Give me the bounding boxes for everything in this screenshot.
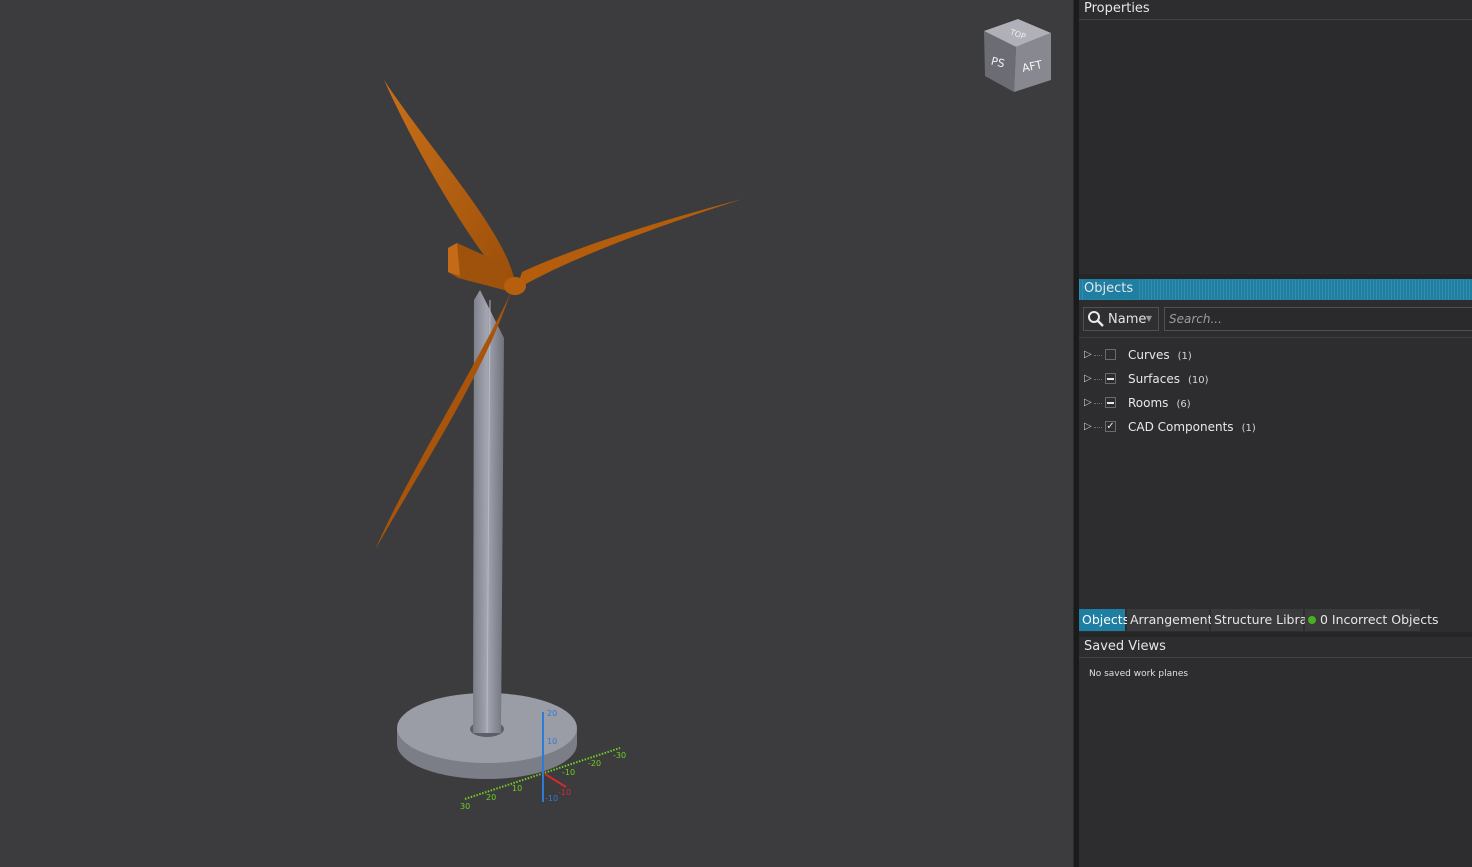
expand-arrow-icon[interactable]: ▷ [1084, 393, 1092, 413]
tree-item-label: CAD Components (1) [1128, 420, 1256, 434]
model-canvas[interactable]: 30 20 10 -10 -20 -30 -10 -10 10 20 TOP P… [0, 0, 1073, 867]
expand-arrow-icon[interactable]: ▷ [1084, 369, 1092, 389]
turbine-blades[interactable] [375, 80, 743, 550]
properties-body [1079, 21, 1472, 273]
divider [1079, 337, 1472, 338]
search-icon [1088, 311, 1104, 327]
tree-connector [1094, 379, 1102, 380]
x-axis-label: -10 [562, 768, 575, 777]
y-axis-label: -10 [558, 788, 571, 797]
x-axis-label: 20 [486, 793, 496, 802]
bottom-tab-bar: Objects Arrangements Structure Library 0… [1079, 609, 1472, 631]
tree-item-count: (1) [1241, 423, 1256, 434]
x-axis-label: -30 [613, 751, 626, 760]
partial-check-icon [1107, 401, 1114, 404]
search-field-dropdown[interactable]: Name ▼ [1083, 307, 1159, 331]
tree-item-curves[interactable]: ▷ Curves (1) [1079, 345, 1472, 365]
saved-views-title: Saved Views [1084, 639, 1166, 654]
checkmark-icon: ✓ [1106, 421, 1115, 432]
x-axis-label: -20 [588, 759, 601, 768]
tab-arrangements[interactable]: Arrangements [1127, 609, 1219, 631]
objects-title: Objects [1084, 279, 1140, 299]
z-axis-label: 10 [547, 737, 557, 746]
saved-views-header: Saved Views [1079, 637, 1472, 658]
tab-objects[interactable]: Objects [1079, 609, 1129, 631]
tree-item-label: Rooms (6) [1128, 396, 1191, 410]
y-axis-label: -10 [545, 794, 558, 803]
tab-incorrect-objects[interactable]: 0 Incorrect Objects [1305, 609, 1439, 631]
tree-item-label: Curves (1) [1128, 348, 1192, 362]
chevron-down-icon: ▼ [1145, 314, 1152, 323]
visibility-checkbox[interactable] [1105, 397, 1116, 408]
properties-title: Properties [1084, 1, 1150, 16]
search-input[interactable] [1164, 307, 1472, 331]
tree-item-rooms[interactable]: ▷ Rooms (6) [1079, 393, 1472, 413]
tree-connector [1094, 355, 1102, 356]
z-axis-label: 20 [547, 709, 557, 718]
expand-arrow-icon[interactable]: ▷ [1084, 345, 1092, 365]
tree-item-count: (6) [1176, 399, 1191, 410]
objects-search-bar: Name ▼ [1079, 306, 1472, 334]
3d-viewport[interactable]: 30 20 10 -10 -20 -30 -10 -10 10 20 TOP P… [0, 0, 1073, 867]
partial-check-icon [1107, 377, 1114, 380]
tree-item-cad-components[interactable]: ▷ ✓ CAD Components (1) [1079, 417, 1472, 437]
objects-header: Objects [1079, 279, 1472, 300]
tree-item-label: Surfaces (10) [1128, 372, 1209, 386]
tree-connector [1094, 427, 1102, 428]
properties-header: Properties [1079, 0, 1472, 20]
x-axis-label: 10 [512, 784, 522, 793]
tree-item-surfaces[interactable]: ▷ Surfaces (10) [1079, 369, 1472, 389]
tree-connector [1094, 403, 1102, 404]
x-axis-label: 30 [460, 802, 470, 811]
side-panel: Properties Objects Name ▼ ▷ Curves(1) ▷ … [1079, 0, 1472, 867]
tab-structure-library[interactable]: Structure Library [1211, 609, 1320, 631]
expand-arrow-icon[interactable]: ▷ [1084, 417, 1092, 437]
visibility-checkbox[interactable] [1105, 349, 1116, 360]
saved-views-empty-message: No saved work planes [1089, 669, 1189, 679]
tab-incorrect-objects-label: 0 Incorrect Objects [1320, 612, 1439, 627]
view-cube[interactable]: TOP PS AFT [984, 19, 1051, 92]
tree-item-count: (10) [1187, 375, 1209, 386]
tree-item-count: (1) [1177, 351, 1192, 362]
turbine-tower[interactable] [473, 290, 504, 734]
search-field-label: Name [1108, 312, 1147, 327]
status-ok-icon [1308, 616, 1316, 624]
visibility-checkbox[interactable] [1105, 373, 1116, 384]
visibility-checkbox[interactable]: ✓ [1105, 421, 1116, 432]
